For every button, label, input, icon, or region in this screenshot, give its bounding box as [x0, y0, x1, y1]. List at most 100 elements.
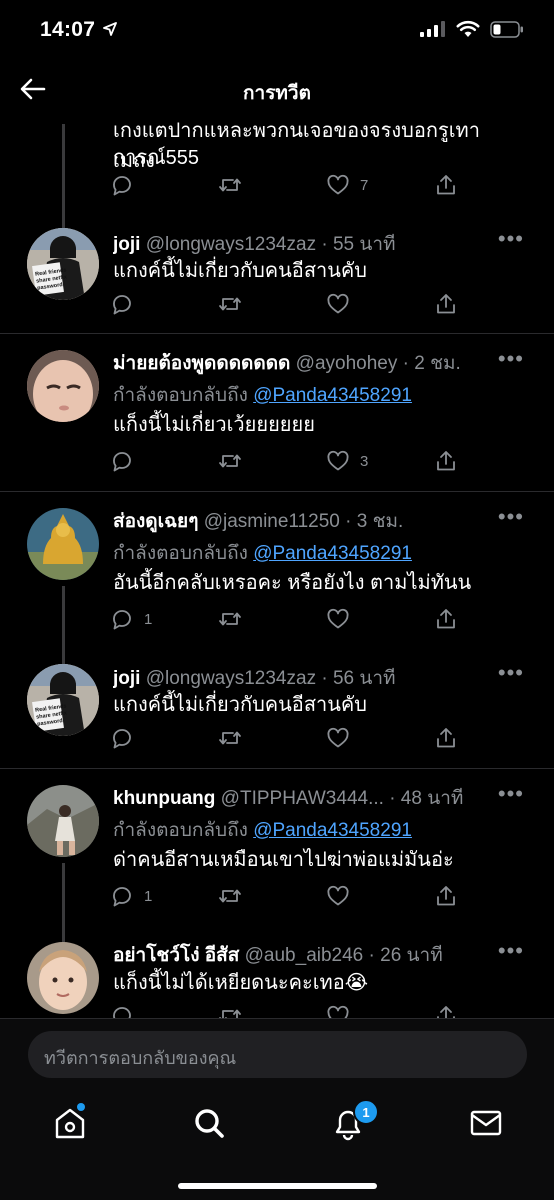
handle-and-time: @aub_aib246 · 26 นาที — [244, 945, 443, 966]
tweet-actions: 3 — [110, 449, 470, 475]
tweet-header: khunpuang @TIPPHAW3444... · 48 นาที — [113, 783, 494, 813]
display-name[interactable]: อย่าโชว์โง่ อีสัส — [113, 945, 239, 966]
retweet-button[interactable] — [218, 726, 242, 750]
share-button[interactable] — [434, 726, 458, 750]
replying-to: กำลังตอบกลับถึง @Panda43458291 — [113, 380, 412, 410]
heart-icon — [326, 449, 350, 473]
share-icon — [434, 884, 458, 908]
replying-to: กำลังตอบกลับถึง @Panda43458291 — [113, 815, 412, 845]
reply-icon — [110, 726, 134, 750]
avatar-image: Real friends share netfix password — [27, 228, 99, 300]
mail-icon[interactable] — [466, 1103, 506, 1143]
share-icon — [434, 292, 458, 316]
share-button[interactable] — [434, 292, 458, 316]
retweet-icon — [218, 292, 242, 316]
tweet-partial[interactable]: เกงแตปากแหละพวกนเจอของจรงบอกรูเทาเมถง กา… — [0, 108, 554, 234]
like-button[interactable] — [326, 884, 350, 908]
share-icon — [434, 607, 458, 631]
wifi-icon — [456, 20, 480, 37]
tweet-header: joji @longways1234zaz · 55 นาที — [113, 229, 494, 259]
reply-button[interactable] — [110, 173, 134, 197]
like-button[interactable] — [326, 726, 350, 750]
reply-icon — [110, 607, 134, 631]
divider — [0, 1018, 554, 1019]
more-icon[interactable]: ••• — [498, 660, 524, 686]
display-name[interactable]: joji — [113, 668, 140, 689]
tweet-header: อย่าโชว์โง่ อีสัส @aub_aib246 · 26 นาที — [113, 940, 494, 970]
tweet-text: อันนี้อีกคลับเหรอคะ หรือยังไง ตามไม่ทันน — [113, 572, 472, 594]
like-button[interactable] — [326, 292, 350, 316]
tweet[interactable]: อย่าโชว์โง่ อีสัส @aub_aib246 · 26 นาที … — [0, 930, 554, 1020]
avatar-image — [27, 350, 99, 422]
tweet[interactable]: khunpuang @TIPPHAW3444... · 48 นาที ••• … — [0, 769, 554, 945]
tweet-text: แก็งนี้ไม่เกี่ยวเว้ยยยยยย — [113, 414, 315, 436]
more-icon[interactable]: ••• — [498, 504, 524, 530]
reply-count: 1 — [144, 610, 153, 628]
reply-button[interactable] — [110, 726, 134, 750]
mention-link[interactable]: @Panda43458291 — [253, 385, 412, 406]
reply-button[interactable] — [110, 292, 134, 316]
tweet-actions — [110, 726, 470, 752]
status-time: 14:07 — [40, 18, 96, 41]
home-icon[interactable] — [50, 1103, 90, 1143]
display-name[interactable]: joji — [113, 234, 140, 255]
replying-to-label: กำลังตอบกลับถึง — [113, 543, 248, 564]
avatar[interactable] — [27, 785, 99, 857]
retweet-icon — [218, 449, 242, 473]
share-button[interactable] — [434, 884, 458, 908]
share-button[interactable] — [434, 607, 458, 631]
avatar[interactable] — [27, 508, 99, 580]
heart-icon — [326, 173, 350, 197]
cellular-signal-icon — [420, 21, 445, 37]
handle-and-time: @jasmine11250 · 3 ชม. — [203, 511, 404, 532]
more-icon[interactable]: ••• — [498, 226, 524, 252]
retweet-button[interactable] — [218, 884, 242, 908]
reply-icon — [110, 292, 134, 316]
like-button[interactable] — [326, 607, 350, 631]
share-button[interactable] — [434, 449, 458, 473]
avatar-image — [27, 942, 99, 1014]
search-icon[interactable] — [189, 1103, 229, 1143]
like-button[interactable]: 3 — [326, 449, 368, 473]
avatar-image — [27, 785, 99, 857]
share-icon — [434, 173, 458, 197]
display-name[interactable]: ม่ายยต้องพูดดดดดดด — [113, 353, 290, 374]
handle-and-time: @ayohohey · 2 ชม. — [295, 353, 461, 374]
heart-icon — [326, 884, 350, 908]
retweet-button[interactable] — [218, 292, 242, 316]
mention-link[interactable]: @Panda43458291 — [253, 543, 412, 564]
avatar[interactable]: Real friends share netfix password — [27, 664, 99, 736]
tweet[interactable]: Real friends share netfix password joji … — [0, 218, 554, 332]
display-name[interactable]: khunpuang — [113, 788, 215, 809]
mention-link[interactable]: @Panda43458291 — [253, 820, 412, 841]
reply-compose-placeholder: ทวีตการตอบกลับของคุณ — [44, 1048, 237, 1068]
retweet-button[interactable] — [218, 449, 242, 473]
reply-icon — [110, 884, 134, 908]
reply-button[interactable] — [110, 449, 134, 473]
battery-icon — [490, 20, 523, 38]
handle-and-time: @TIPPHAW3444... · 48 นาที — [220, 788, 464, 809]
avatar[interactable]: Real friends share netfix password — [27, 228, 99, 300]
like-button[interactable]: 7 — [326, 173, 368, 197]
heart-icon — [326, 607, 350, 631]
reply-icon — [110, 449, 134, 473]
more-icon[interactable]: ••• — [498, 781, 524, 807]
display-name[interactable]: ส่องดูเฉยๆ — [113, 511, 198, 532]
avatar[interactable] — [27, 942, 99, 1014]
tweet-actions — [110, 292, 470, 318]
home-indicator — [178, 1183, 377, 1189]
retweet-button[interactable] — [218, 607, 242, 631]
tweet[interactable]: ม่ายยต้องพูดดดดดดด @ayohohey · 2 ชม. •••… — [0, 334, 554, 490]
tweet[interactable]: Real friends share netfix password joji … — [0, 652, 554, 766]
avatar[interactable] — [27, 350, 99, 422]
reply-button[interactable]: 1 — [110, 884, 152, 908]
reply-button[interactable]: 1 — [110, 607, 152, 631]
more-icon[interactable]: ••• — [498, 938, 524, 964]
location-arrow-icon — [103, 22, 117, 36]
retweet-button[interactable] — [218, 173, 242, 197]
replying-to: กำลังตอบกลับถึง @Panda43458291 — [113, 538, 412, 568]
tweet[interactable]: ส่องดูเฉยๆ @jasmine11250 · 3 ชม. ••• กำล… — [0, 492, 554, 668]
tweet-header: ส่องดูเฉยๆ @jasmine11250 · 3 ชม. — [113, 506, 494, 536]
share-button[interactable] — [434, 173, 458, 197]
more-icon[interactable]: ••• — [498, 346, 524, 372]
